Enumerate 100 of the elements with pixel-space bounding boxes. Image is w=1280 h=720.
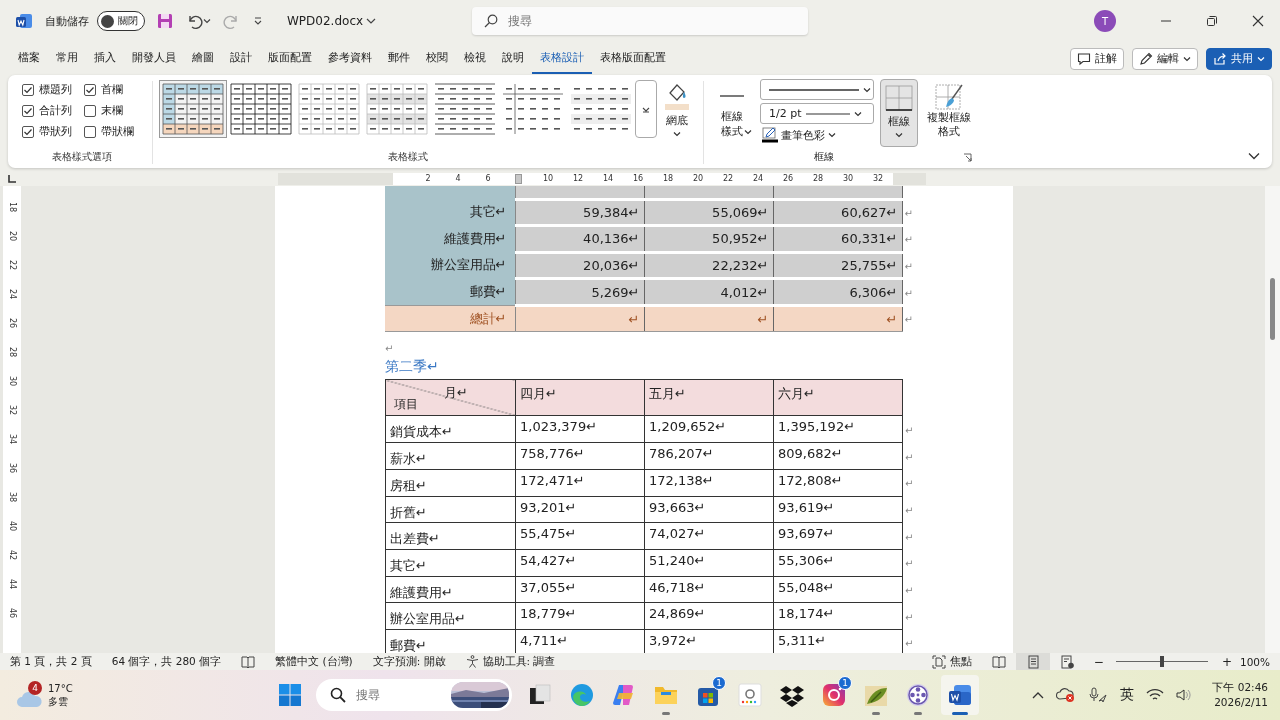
share-button[interactable]: 共用: [1206, 47, 1272, 70]
edit-button[interactable]: 編輯: [1132, 47, 1198, 70]
ribbon-tab[interactable]: 檢視: [456, 43, 494, 74]
table-cell: 50,952↵: [644, 225, 773, 253]
focus-button[interactable]: 焦點: [931, 654, 972, 669]
ruler-number: 46: [7, 608, 17, 621]
shading-button[interactable]: 網底: [657, 79, 697, 166]
collapse-ribbon-icon[interactable]: [1248, 152, 1260, 160]
notification-badge: 1: [838, 676, 852, 690]
table-cell: 22,232↵: [644, 252, 773, 279]
checkbox-option[interactable]: 合計列: [22, 103, 84, 118]
checkbox-option[interactable]: 帶狀欄: [84, 124, 146, 139]
ruler-number: 42: [7, 550, 17, 563]
avatar[interactable]: T: [1094, 10, 1116, 32]
volume-icon[interactable]: [1176, 688, 1193, 702]
zoom-level[interactable]: 100%: [1239, 655, 1270, 668]
table-cell: ↵: [644, 305, 773, 332]
ribbon-tab[interactable]: 表格版面配置: [592, 43, 674, 74]
word-app-icon: [947, 682, 973, 708]
windows-start-icon[interactable]: [278, 683, 302, 707]
line-weight-dropdown[interactable]: 1/2 pt: [760, 103, 874, 124]
caret-icon[interactable]: [203, 17, 211, 25]
checkmark-icon: [23, 126, 33, 137]
border-styles-button[interactable]: 框線樣式: [710, 79, 754, 139]
word-logo-icon[interactable]: [15, 12, 33, 30]
ribbon-tab[interactable]: 繪圖: [184, 43, 222, 74]
ribbon-tab[interactable]: 說明: [494, 43, 532, 74]
row-end-mark: ↵: [905, 558, 914, 570]
ribbon-tab[interactable]: 插入: [86, 43, 124, 74]
row-end-mark: ↵: [905, 478, 914, 490]
ruler-number: 14: [602, 172, 614, 185]
ruler-number: 38: [7, 492, 17, 505]
tab-stop-icon[interactable]: [8, 174, 16, 183]
comment-button[interactable]: 註解: [1070, 47, 1124, 70]
ribbon-tab[interactable]: 郵件: [380, 43, 418, 74]
table-cell: 辦公室用品↵: [385, 602, 516, 630]
file-name-button[interactable]: WPD02.docx: [287, 14, 377, 28]
checkbox-option[interactable]: 帶狀列: [22, 124, 84, 139]
clock[interactable]: 下午 02:46 2026/2/11: [1212, 680, 1268, 710]
borders-button[interactable]: 框線: [880, 79, 918, 147]
taskbar-app-button[interactable]: 1: [690, 675, 726, 715]
cloud-error-icon[interactable]: [1056, 687, 1077, 703]
customize-icon[interactable]: [253, 16, 263, 26]
row-end-mark: ↵: [904, 207, 913, 219]
zoom-in-button[interactable]: +: [1221, 654, 1232, 669]
checkbox-option[interactable]: 末欄: [84, 103, 146, 118]
page-count[interactable]: 第 1 頁，共 2 頁: [10, 654, 92, 669]
word-count[interactable]: 64 個字，共 280 個字: [111, 654, 222, 669]
checkmark-icon: [85, 84, 95, 95]
ribbon-tab[interactable]: 參考資料: [320, 43, 380, 74]
pen-color-button[interactable]: 畫筆色彩: [760, 127, 874, 143]
chevron-up-icon[interactable]: [1032, 691, 1045, 699]
input-method-indicator[interactable]: 英: [1120, 686, 1135, 704]
language-status[interactable]: 繁體中文 (台灣): [275, 654, 353, 669]
ribbon-tab[interactable]: 檔案: [10, 43, 48, 74]
text-prediction-status[interactable]: 文字預測: 開啟: [372, 654, 446, 669]
save-icon[interactable]: [157, 13, 173, 29]
weather-widget[interactable]: 4 17°C 多雲: [16, 681, 278, 709]
table-cell: 37,055↵: [515, 576, 645, 603]
ribbon-tab[interactable]: 校閱: [418, 43, 456, 74]
table-style-thumbnail[interactable]: [363, 80, 431, 138]
scrollbar[interactable]: [1265, 186, 1280, 653]
ruler-number: 20: [692, 172, 704, 185]
table-style-thumbnail[interactable]: [227, 80, 295, 138]
ribbon-tab[interactable]: 版面配置: [260, 43, 320, 74]
taskbar-app-button[interactable]: [941, 675, 979, 715]
proofing-book-icon[interactable]: [241, 655, 256, 668]
print-layout-icon: [1025, 654, 1040, 669]
autosave-toggle[interactable]: 關閉: [97, 11, 145, 31]
microphone-icon[interactable]: [1088, 687, 1109, 703]
zoom-out-button[interactable]: −: [1093, 654, 1104, 669]
column-marker[interactable]: [514, 173, 522, 184]
close-icon[interactable]: [1252, 15, 1264, 27]
table-cell: 172,808↵: [773, 469, 903, 497]
table-style-thumbnail[interactable]: [295, 80, 363, 138]
search-field[interactable]: 搜尋: [472, 7, 809, 35]
row-end-mark: ↵: [905, 638, 914, 650]
ribbon-tab[interactable]: 常用: [48, 43, 86, 74]
table-cell: 93,663↵: [644, 496, 774, 523]
row-end-mark: ↵: [905, 451, 914, 463]
table-cell: 172,471↵: [515, 469, 645, 497]
read-mode-icon: [991, 654, 1006, 669]
app-icon: [737, 682, 763, 708]
line-style-dropdown[interactable]: [760, 79, 874, 100]
ribbon-tab[interactable]: 設計: [222, 43, 260, 74]
table-style-thumbnail[interactable]: [159, 80, 227, 138]
ribbon-tab[interactable]: 表格設計: [532, 43, 592, 74]
taskbar-app-button[interactable]: 1: [816, 675, 852, 715]
ruler-number: 20: [7, 231, 17, 244]
restore-icon[interactable]: [1206, 15, 1218, 27]
checkbox-option[interactable]: 首欄: [84, 82, 146, 97]
checkbox-option[interactable]: 標題列: [22, 82, 84, 97]
border-painter-button[interactable]: 複製框線格式: [924, 79, 974, 139]
table-cell: 93,619↵: [773, 496, 903, 523]
ruler-number: 12: [572, 172, 584, 185]
caret-icon: [1257, 54, 1265, 63]
ribbon-tab[interactable]: 開發人員: [124, 43, 184, 74]
wifi-icon[interactable]: [1146, 688, 1165, 702]
dialog-launcher-icon[interactable]: [963, 152, 972, 162]
accessibility-status[interactable]: 協助工具: 調查: [465, 654, 556, 669]
